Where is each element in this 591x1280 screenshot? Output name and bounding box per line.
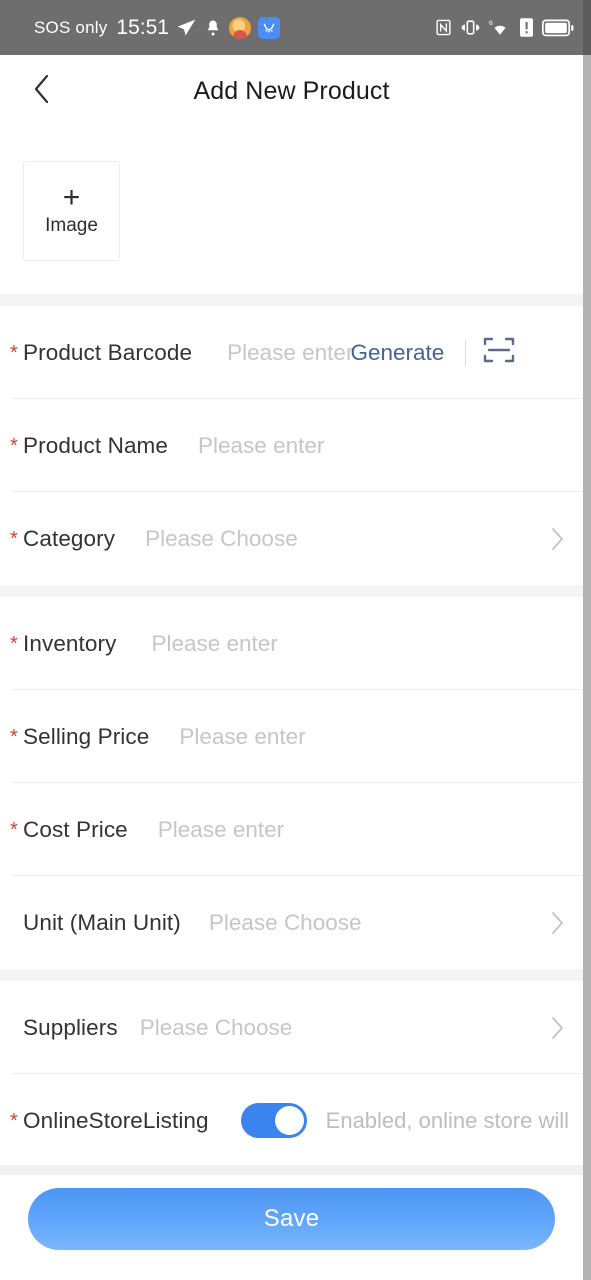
- app-header: Add New Product: [0, 55, 583, 128]
- row-category[interactable]: * Category Please Choose: [0, 492, 583, 585]
- bell-icon: [204, 18, 222, 38]
- plus-icon: +: [62, 181, 81, 214]
- section-gap: [0, 585, 583, 597]
- footer-action-bar: Save: [0, 1165, 583, 1280]
- row-product-name[interactable]: * Product Name Please enter: [0, 399, 583, 492]
- label-inventory: Inventory: [23, 630, 117, 656]
- label-product-name: Product Name: [23, 432, 169, 458]
- status-bar: SOS only 15:51 6: [0, 0, 591, 55]
- label-cost-price: Cost Price: [23, 816, 128, 842]
- label-online-store-listing: OnlineStoreListing: [23, 1107, 209, 1133]
- wifi-6-icon: 6: [489, 18, 511, 37]
- pricing-section: * Inventory Please enter * Selling Price…: [0, 597, 583, 969]
- battery-icon: [542, 19, 574, 37]
- row-cost-price[interactable]: * Cost Price Please enter: [0, 783, 583, 876]
- page-title: Add New Product: [193, 77, 390, 105]
- chevron-right-icon: [540, 527, 564, 551]
- required-asterisk: *: [10, 434, 18, 457]
- suppliers-field: Please Choose: [118, 1015, 540, 1041]
- product-name-input[interactable]: Please enter: [198, 433, 324, 459]
- listing-section: * Suppliers Please Choose * OnlineStoreL…: [0, 981, 583, 1165]
- chevron-right-icon: [540, 1016, 564, 1040]
- required-asterisk: *: [10, 341, 18, 364]
- required-asterisk: *: [10, 1109, 18, 1132]
- barcode-field-group: Please enter Generate: [192, 336, 564, 369]
- online-store-listing-hint: Enabled, online store will: [325, 1107, 570, 1133]
- cost-price-input[interactable]: Please enter: [158, 817, 284, 843]
- category-field: Please Choose: [115, 526, 540, 552]
- required-asterisk: *: [10, 527, 18, 550]
- row-selling-price[interactable]: * Selling Price Please enter: [0, 690, 583, 783]
- row-inventory[interactable]: * Inventory Please enter: [0, 597, 583, 690]
- identity-section: * Product Barcode Please enter Generate …: [0, 306, 583, 585]
- chevron-left-icon: [32, 73, 52, 110]
- required-asterisk: *: [10, 725, 18, 748]
- row-suppliers[interactable]: * Suppliers Please Choose: [0, 981, 583, 1074]
- section-gap: [0, 294, 583, 306]
- svg-text:6: 6: [489, 20, 493, 27]
- label-unit: Unit (Main Unit): [23, 909, 181, 935]
- category-value[interactable]: Please Choose: [145, 526, 298, 552]
- inventory-input[interactable]: Please enter: [151, 631, 277, 657]
- label-product-barcode: Product Barcode: [23, 339, 193, 365]
- online-store-listing-toggle[interactable]: [240, 1103, 307, 1138]
- suppliers-value[interactable]: Please Choose: [140, 1015, 293, 1041]
- label-suppliers: Suppliers: [23, 1014, 118, 1040]
- label-category: Category: [23, 525, 116, 551]
- image-label: Image: [45, 215, 98, 236]
- barcode-input[interactable]: Please enter: [227, 340, 353, 366]
- app-icon-orange: [228, 16, 251, 39]
- vertical-divider: [465, 339, 467, 366]
- cost-price-field: Please enter: [128, 817, 564, 843]
- nfc-icon: [435, 18, 452, 37]
- row-product-barcode[interactable]: * Product Barcode Please enter Generate: [0, 306, 583, 399]
- back-button[interactable]: [22, 72, 62, 112]
- screen-edge-strip: [583, 55, 591, 1280]
- image-uploader-wrap: + Image: [0, 128, 583, 294]
- carrier-label: SOS only: [34, 17, 108, 37]
- unit-value[interactable]: Please Choose: [209, 910, 362, 936]
- app-icon-blue: [257, 16, 280, 39]
- required-asterisk: *: [10, 632, 18, 655]
- toggle-knob: [274, 1106, 304, 1135]
- image-section: + Image: [0, 128, 583, 294]
- clock-label: 15:51: [116, 15, 169, 39]
- selling-price-field: Please enter: [149, 724, 564, 750]
- label-selling-price: Selling Price: [23, 723, 150, 749]
- form-scroll-area[interactable]: + Image * Product Barcode Please enter G…: [0, 128, 583, 1165]
- row-online-store-listing[interactable]: * OnlineStoreListing Enabled, online sto…: [0, 1074, 583, 1165]
- barcode-scan-icon[interactable]: [483, 336, 515, 369]
- screen-edge-top: [583, 0, 591, 55]
- status-bar-right: 6: [435, 18, 574, 37]
- alert-icon: [520, 18, 533, 37]
- product-name-field: Please enter: [168, 433, 564, 459]
- send-icon: [176, 17, 197, 38]
- section-gap: [0, 969, 583, 981]
- save-button[interactable]: Save: [28, 1188, 555, 1250]
- generate-barcode-button[interactable]: Generate: [350, 340, 444, 366]
- chevron-right-icon: [540, 911, 564, 935]
- required-asterisk: *: [10, 818, 18, 841]
- add-image-button[interactable]: + Image: [23, 161, 120, 261]
- inventory-field: Please enter: [116, 631, 564, 657]
- row-unit[interactable]: * Unit (Main Unit) Please Choose: [0, 876, 583, 969]
- selling-price-input[interactable]: Please enter: [179, 724, 305, 750]
- phone-screen: SOS only 15:51 6 Add New Product + Image…: [0, 0, 591, 1280]
- unit-field: Please Choose: [181, 910, 540, 936]
- vibrate-icon: [461, 18, 480, 37]
- status-bar-left: SOS only 15:51: [34, 16, 435, 40]
